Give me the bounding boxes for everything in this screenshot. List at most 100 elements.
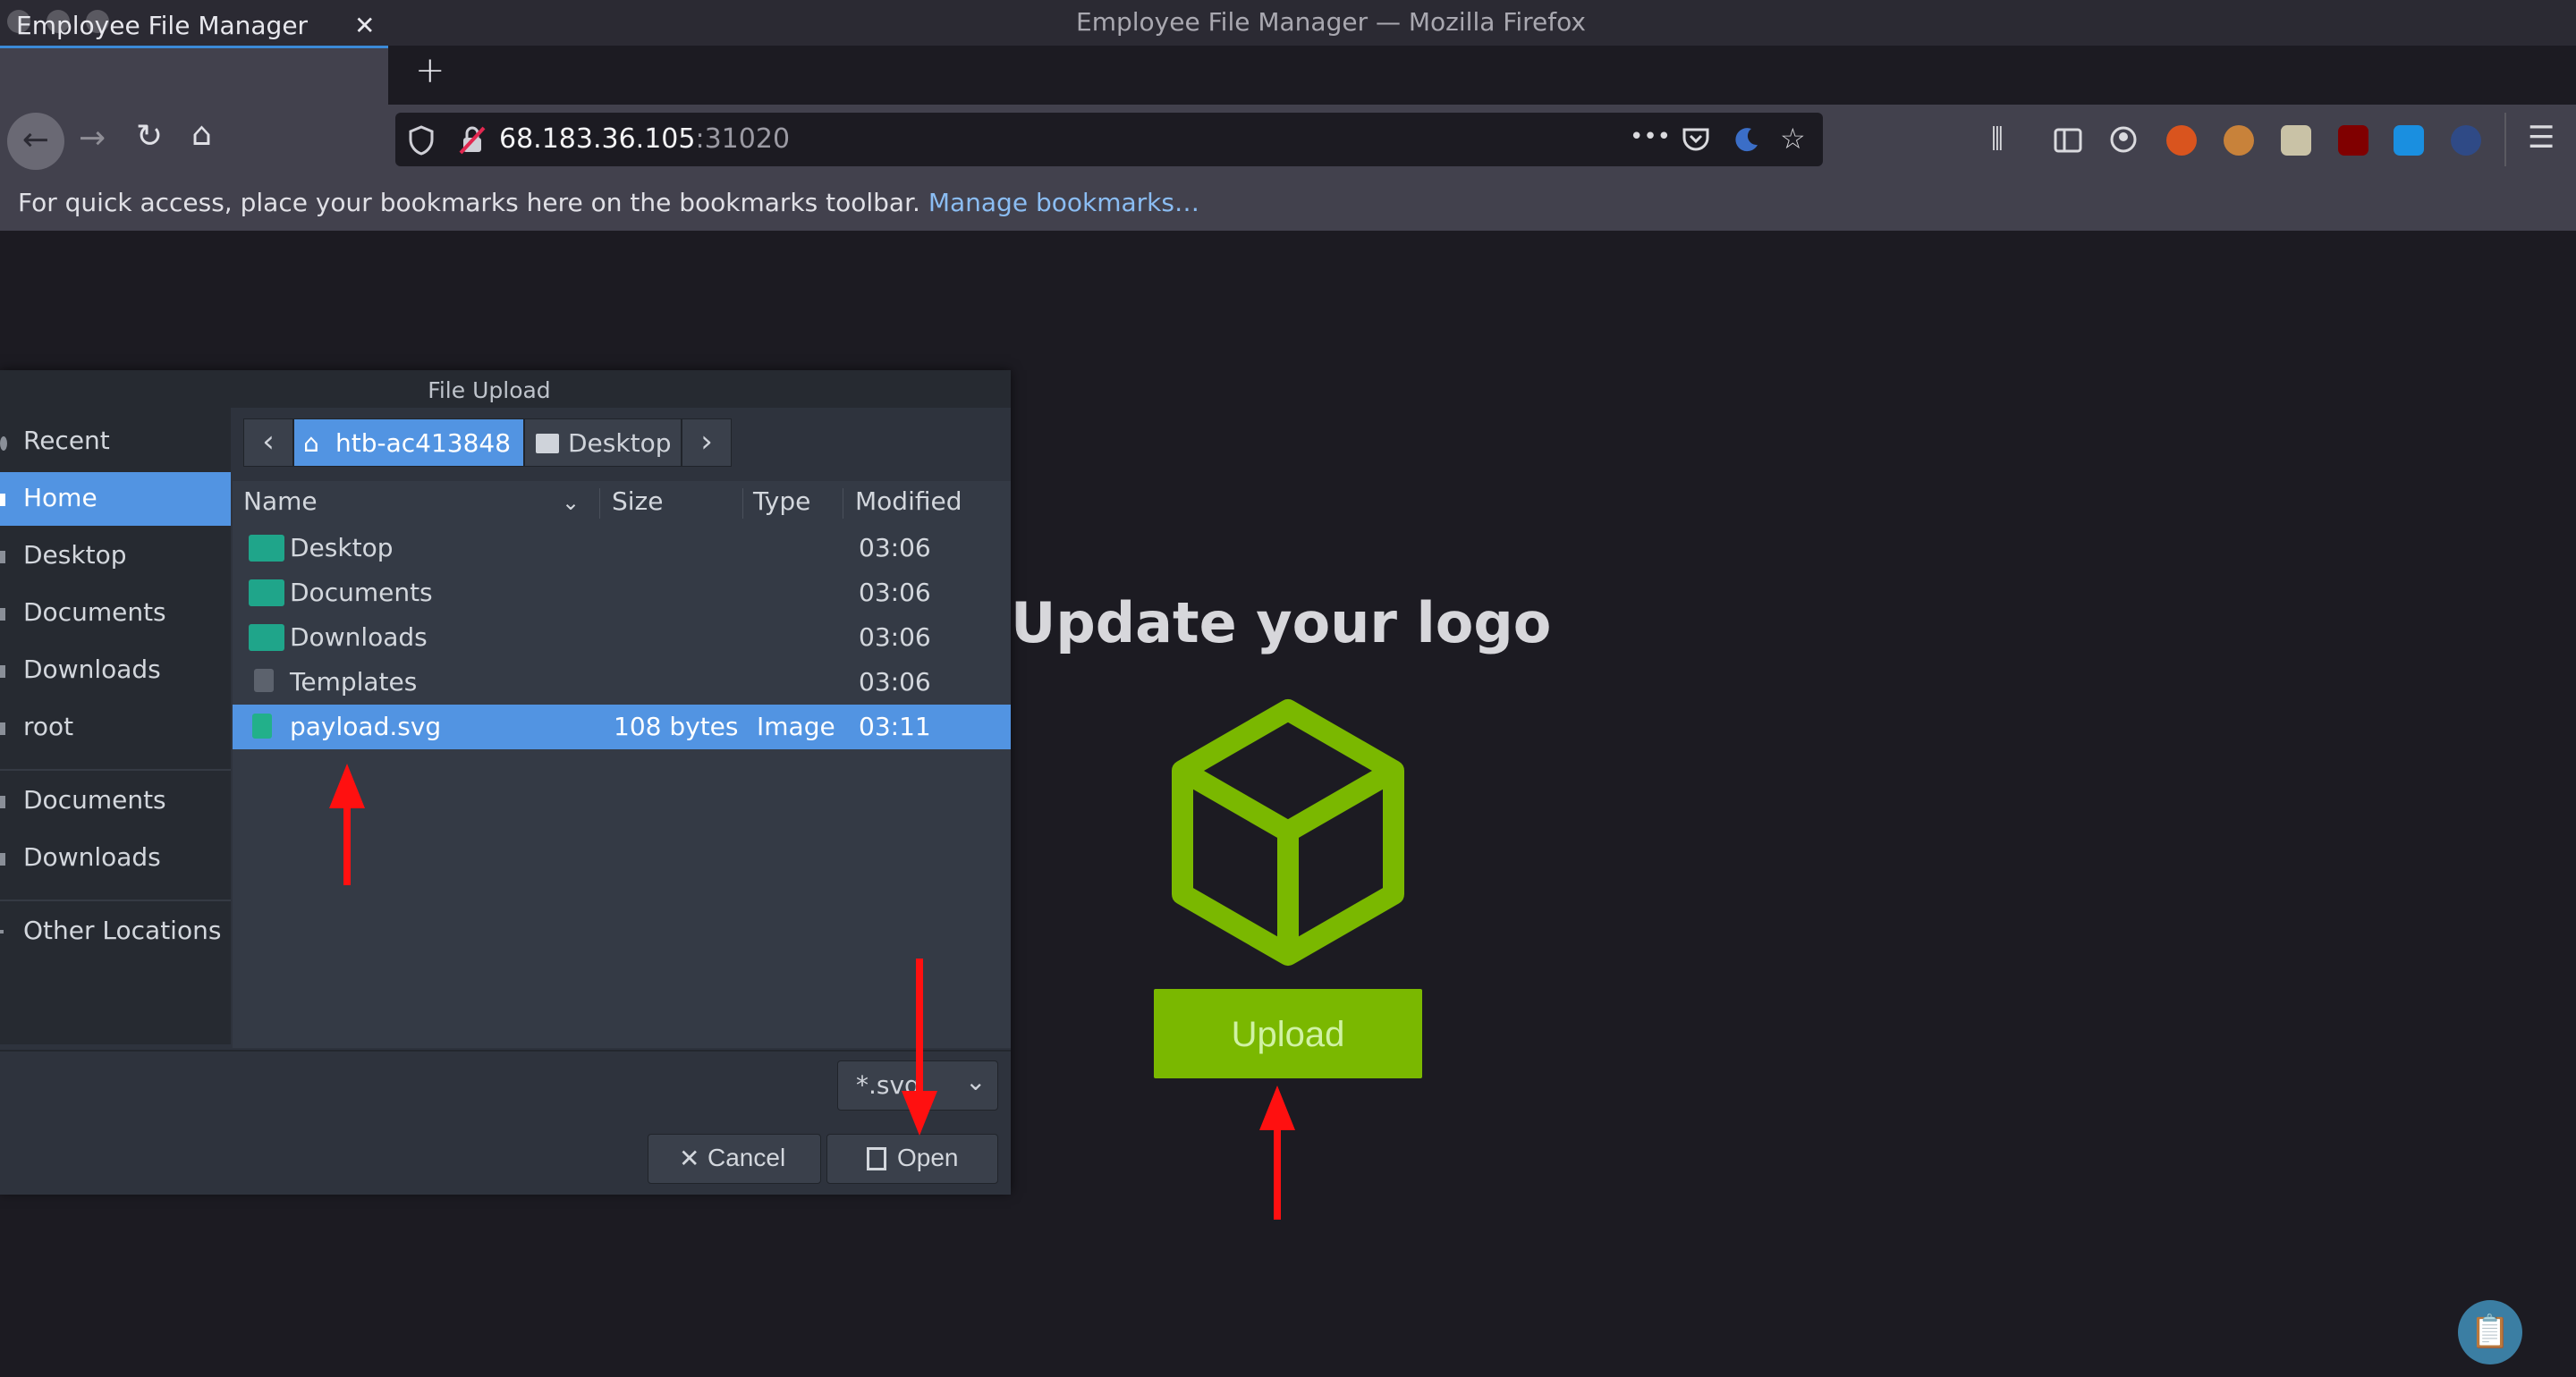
sidebar-item-bookmark-downloads[interactable]: Downloads: [0, 832, 231, 885]
file-modified: 03:06: [859, 622, 931, 652]
close-icon: ✕: [679, 1145, 700, 1172]
folder-icon: [0, 722, 5, 735]
sidebar-item-label: Desktop: [23, 540, 127, 570]
column-header-type[interactable]: Type: [753, 486, 810, 516]
home-button[interactable]: ⌂: [191, 116, 212, 153]
upload-button[interactable]: Upload: [1154, 989, 1422, 1078]
file-name: Downloads: [290, 622, 428, 652]
library-icon[interactable]: ⫼: [1991, 123, 2004, 155]
extension-proxy-icon[interactable]: [2281, 125, 2311, 156]
column-header-modified[interactable]: Modified: [855, 486, 962, 516]
tab-label: Employee File Manager: [16, 11, 309, 40]
sidebar-item-root[interactable]: root: [0, 701, 231, 755]
file-modified: 03:06: [859, 578, 931, 607]
page-heading: Update your logo: [1011, 590, 1552, 655]
path-home-button[interactable]: ⌂ htb-ac413848: [293, 418, 524, 467]
bookmarks-message: For quick access, place your bookmarks h…: [18, 188, 920, 217]
sidebar-item-documents[interactable]: Documents: [0, 587, 231, 640]
folder-downloads-icon: [249, 624, 284, 651]
path-home-label: htb-ac413848: [335, 428, 512, 458]
sidebar-item-home[interactable]: Home: [0, 472, 231, 526]
home-icon: ⌂: [303, 428, 319, 458]
sidebar-item-label: Home: [23, 483, 97, 512]
column-header-size[interactable]: Size: [612, 486, 663, 516]
cancel-label: Cancel: [708, 1144, 786, 1171]
path-forward-button[interactable]: ›: [682, 418, 732, 467]
annotation-arrow-up: [1259, 1086, 1295, 1130]
sidebar-item-label: Documents: [23, 785, 166, 815]
sidebar-item-desktop[interactable]: Desktop: [0, 529, 231, 583]
forward-button[interactable]: →: [79, 120, 106, 156]
manage-bookmarks-link[interactable]: Manage bookmarks…: [928, 188, 1199, 217]
dialog-title: File Upload: [428, 377, 551, 403]
cancel-button[interactable]: ✕ Cancel: [648, 1134, 821, 1184]
path-back-button[interactable]: ‹: [243, 418, 293, 467]
file-type: Image: [757, 712, 835, 741]
url-text: 68.183.36.105:31020: [499, 123, 790, 155]
svg-file-icon: [252, 714, 272, 739]
templates-icon: [254, 669, 274, 692]
clock-icon: [0, 436, 7, 451]
reload-button[interactable]: ↻: [136, 118, 163, 155]
bookmark-star-icon[interactable]: ☆: [1780, 122, 1806, 156]
open-button[interactable]: Open: [826, 1134, 998, 1184]
sidebar-item-label: Downloads: [23, 842, 161, 872]
annotation-arrow-shaft: [1274, 1127, 1281, 1220]
file-modified: 03:06: [859, 533, 931, 562]
annotation-arrow-shaft: [343, 805, 351, 885]
clipboard-icon[interactable]: 📋: [2458, 1300, 2522, 1364]
file-row[interactable]: Desktop 03:06: [233, 526, 1011, 570]
path-desktop-label: Desktop: [568, 428, 672, 458]
sidebar-item-recent[interactable]: Recent: [0, 415, 231, 469]
downloads-icon: [0, 665, 5, 678]
window-title: Employee File Manager — Mozilla Firefox: [1076, 7, 1586, 37]
tab-close-icon[interactable]: ✕: [354, 11, 375, 40]
new-tab-button[interactable]: +: [415, 50, 445, 91]
sidebar-item-bookmark-documents[interactable]: Documents: [0, 774, 231, 828]
hamburger-menu-icon[interactable]: ☰: [2528, 120, 2555, 156]
file-name: payload.svg: [290, 712, 442, 741]
plus-icon: [0, 930, 4, 933]
annotation-arrow-down: [902, 1091, 937, 1136]
toolbar-divider: [2504, 113, 2506, 166]
sidebar-divider: [0, 900, 231, 901]
extension-s-icon[interactable]: [2394, 125, 2424, 156]
file-row[interactable]: Templates 03:06: [233, 660, 1011, 705]
extension-cookie-icon[interactable]: [2224, 125, 2254, 156]
sidebar-item-downloads[interactable]: Downloads: [0, 644, 231, 697]
sidebar-toggle-icon[interactable]: [2054, 127, 2082, 154]
file-row-selected[interactable]: payload.svg 108 bytes Image 03:11: [233, 705, 1011, 749]
extension-wappalyzer-icon[interactable]: [2166, 125, 2197, 156]
annotation-arrow-shaft: [916, 959, 923, 1102]
folder-icon: [0, 853, 5, 866]
column-separator: [742, 488, 743, 519]
extension-detective-icon[interactable]: [2451, 125, 2481, 156]
page-actions-menu-icon[interactable]: •••: [1630, 123, 1671, 150]
file-row[interactable]: Documents 03:06: [233, 570, 1011, 615]
sidebar-item-label: Documents: [23, 597, 166, 627]
column-header-name[interactable]: Name: [243, 486, 318, 516]
url-port: :31020: [695, 123, 791, 155]
desktop-icon: [0, 551, 5, 563]
open-label: Open: [897, 1144, 959, 1171]
insecure-lock-icon[interactable]: [458, 125, 487, 156]
dark-reader-icon[interactable]: [1732, 125, 1760, 154]
pocket-icon[interactable]: [1682, 125, 1710, 154]
home-icon: [0, 494, 5, 506]
back-button[interactable]: ←: [7, 113, 64, 170]
file-name: Documents: [290, 578, 433, 607]
sidebar-item-other-locations[interactable]: Other Locations: [0, 905, 231, 959]
extension-ublock-icon[interactable]: [2338, 125, 2368, 156]
sidebar-item-label: Other Locations: [23, 916, 222, 945]
file-modified: 03:06: [859, 667, 931, 697]
tracking-shield-icon[interactable]: [408, 125, 435, 156]
file-modified: 03:11: [859, 712, 931, 741]
sidebar-item-label: Downloads: [23, 655, 161, 684]
logo-cube-icon: [1172, 699, 1404, 966]
file-row[interactable]: Downloads 03:06: [233, 615, 1011, 660]
tab-employee-file-manager[interactable]: [0, 46, 388, 105]
path-desktop-button[interactable]: Desktop: [524, 418, 682, 467]
sort-chevron-down-icon[interactable]: ⌄: [562, 490, 580, 515]
account-icon[interactable]: [2109, 125, 2138, 154]
folder-icon: [536, 434, 559, 453]
